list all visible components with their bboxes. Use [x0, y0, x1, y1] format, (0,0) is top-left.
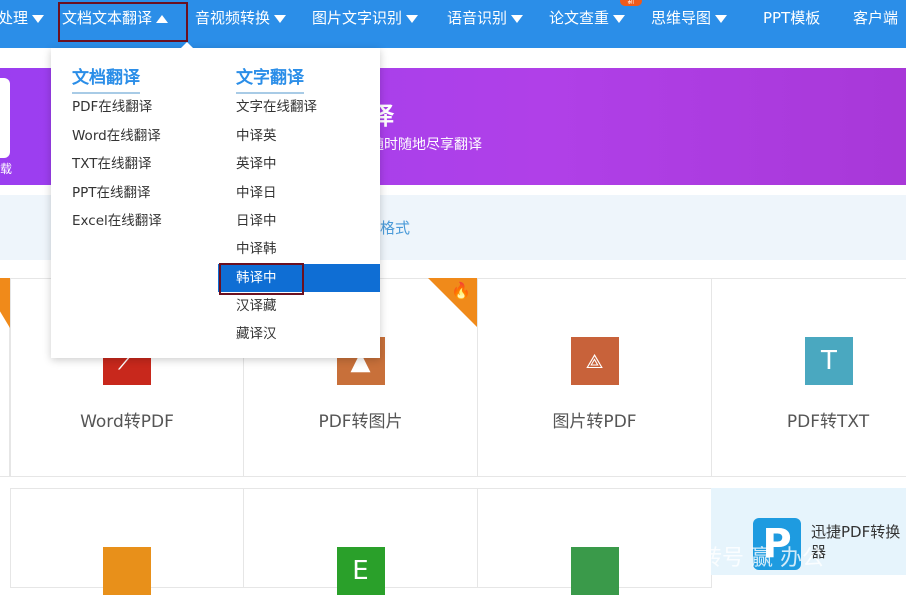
watermark: 转号 赢 办公	[700, 546, 824, 571]
nav-item-client[interactable]: 客户端	[853, 0, 898, 38]
nav-item-thesis-check[interactable]: 论文查重	[549, 0, 626, 38]
translate-dropdown: 文档翻译 文字翻译 PDF在线翻译 Word在线翻译 TXT在线翻译 PPT在线…	[51, 42, 380, 358]
new-badge: 新	[620, 0, 642, 6]
nav-label: 思维导图	[651, 9, 712, 27]
menu-item[interactable]: 中译英	[236, 122, 277, 150]
menu-item[interactable]: PPT在线翻译	[72, 179, 151, 207]
card-row2-2[interactable]: E	[243, 488, 478, 595]
highlight-box	[219, 263, 304, 295]
card-pdf-to-txt[interactable]: T PDF转TXT	[711, 278, 906, 477]
highlight-box	[58, 2, 188, 42]
hot-corner	[0, 278, 10, 328]
menu-item[interactable]: 中译日	[236, 179, 277, 207]
menu-item[interactable]: 中译韩	[236, 235, 277, 263]
card-label: PDF转TXT	[786, 412, 870, 432]
nav-item-processing[interactable]: 处理	[0, 0, 45, 38]
nav-label: 处理	[0, 9, 29, 27]
caret-down-icon	[613, 14, 626, 23]
card-label: PDF转图片	[318, 412, 403, 432]
pdf-icon: ⟁	[570, 337, 619, 385]
nav-item-speech[interactable]: 语音识别	[447, 0, 524, 38]
excel-icon: E	[336, 547, 385, 595]
caret-down-icon	[715, 14, 728, 23]
menu-item[interactable]: 文字在线翻译	[236, 93, 317, 121]
text-icon: T	[805, 337, 853, 385]
menu-item[interactable]: Excel在线翻译	[72, 207, 162, 235]
nav-item-av-convert[interactable]: 音视频转换	[195, 0, 287, 38]
caret-down-icon	[406, 14, 419, 23]
file-icon	[570, 547, 619, 595]
menu-item[interactable]: TXT在线翻译	[72, 150, 152, 178]
nav-label: 论文查重	[549, 9, 610, 27]
band-text: 格式	[380, 219, 411, 237]
card-image-to-pdf[interactable]: ⟁ 图片转PDF	[477, 278, 712, 477]
banner-phone-graphic	[0, 78, 10, 158]
card-partial[interactable]	[0, 278, 10, 477]
nav-item-mindmap[interactable]: 思维导图	[651, 0, 728, 38]
card-row2-1[interactable]	[10, 488, 244, 595]
nav-label: 音视频转换	[195, 9, 271, 27]
nav-item-ocr[interactable]: 图片文字识别	[312, 0, 419, 38]
card-label: 图片转PDF	[552, 412, 637, 432]
nav-label: 语音识别	[447, 9, 508, 27]
fire-icon: 🔥	[451, 281, 471, 300]
nav-label: 图片文字识别	[312, 9, 403, 27]
menu-item[interactable]: 藏译汉	[236, 320, 277, 348]
menu-item[interactable]: 日译中	[236, 207, 277, 235]
menu-item[interactable]: Word在线翻译	[72, 122, 161, 150]
caret-down-icon	[274, 14, 287, 23]
nav-item-ppt[interactable]: PPT模板	[763, 0, 820, 38]
dropdown-arrow	[181, 42, 193, 48]
dropdown-heading-doc: 文档翻译	[72, 63, 140, 94]
promo-text: 迅捷PDF转换器	[811, 523, 901, 561]
caret-down-icon	[32, 14, 45, 23]
card-label: Word转PDF	[80, 412, 174, 432]
banner-left-text: 载	[0, 162, 13, 176]
file-icon	[103, 547, 151, 595]
menu-item[interactable]: 汉译藏	[236, 292, 277, 320]
menu-item[interactable]: PDF在线翻译	[72, 93, 152, 121]
caret-down-icon	[511, 14, 524, 23]
menu-item[interactable]: 英译中	[236, 150, 277, 178]
banner-subtitle: 随时随地尽享翻译	[370, 137, 482, 153]
dropdown-heading-text: 文字翻译	[236, 63, 304, 94]
top-nav: 处理 文档文本翻译 音视频转换 图片文字识别 语音识别 论文查重 新 思维导图 …	[0, 0, 906, 48]
card-row2-3[interactable]	[477, 488, 712, 595]
